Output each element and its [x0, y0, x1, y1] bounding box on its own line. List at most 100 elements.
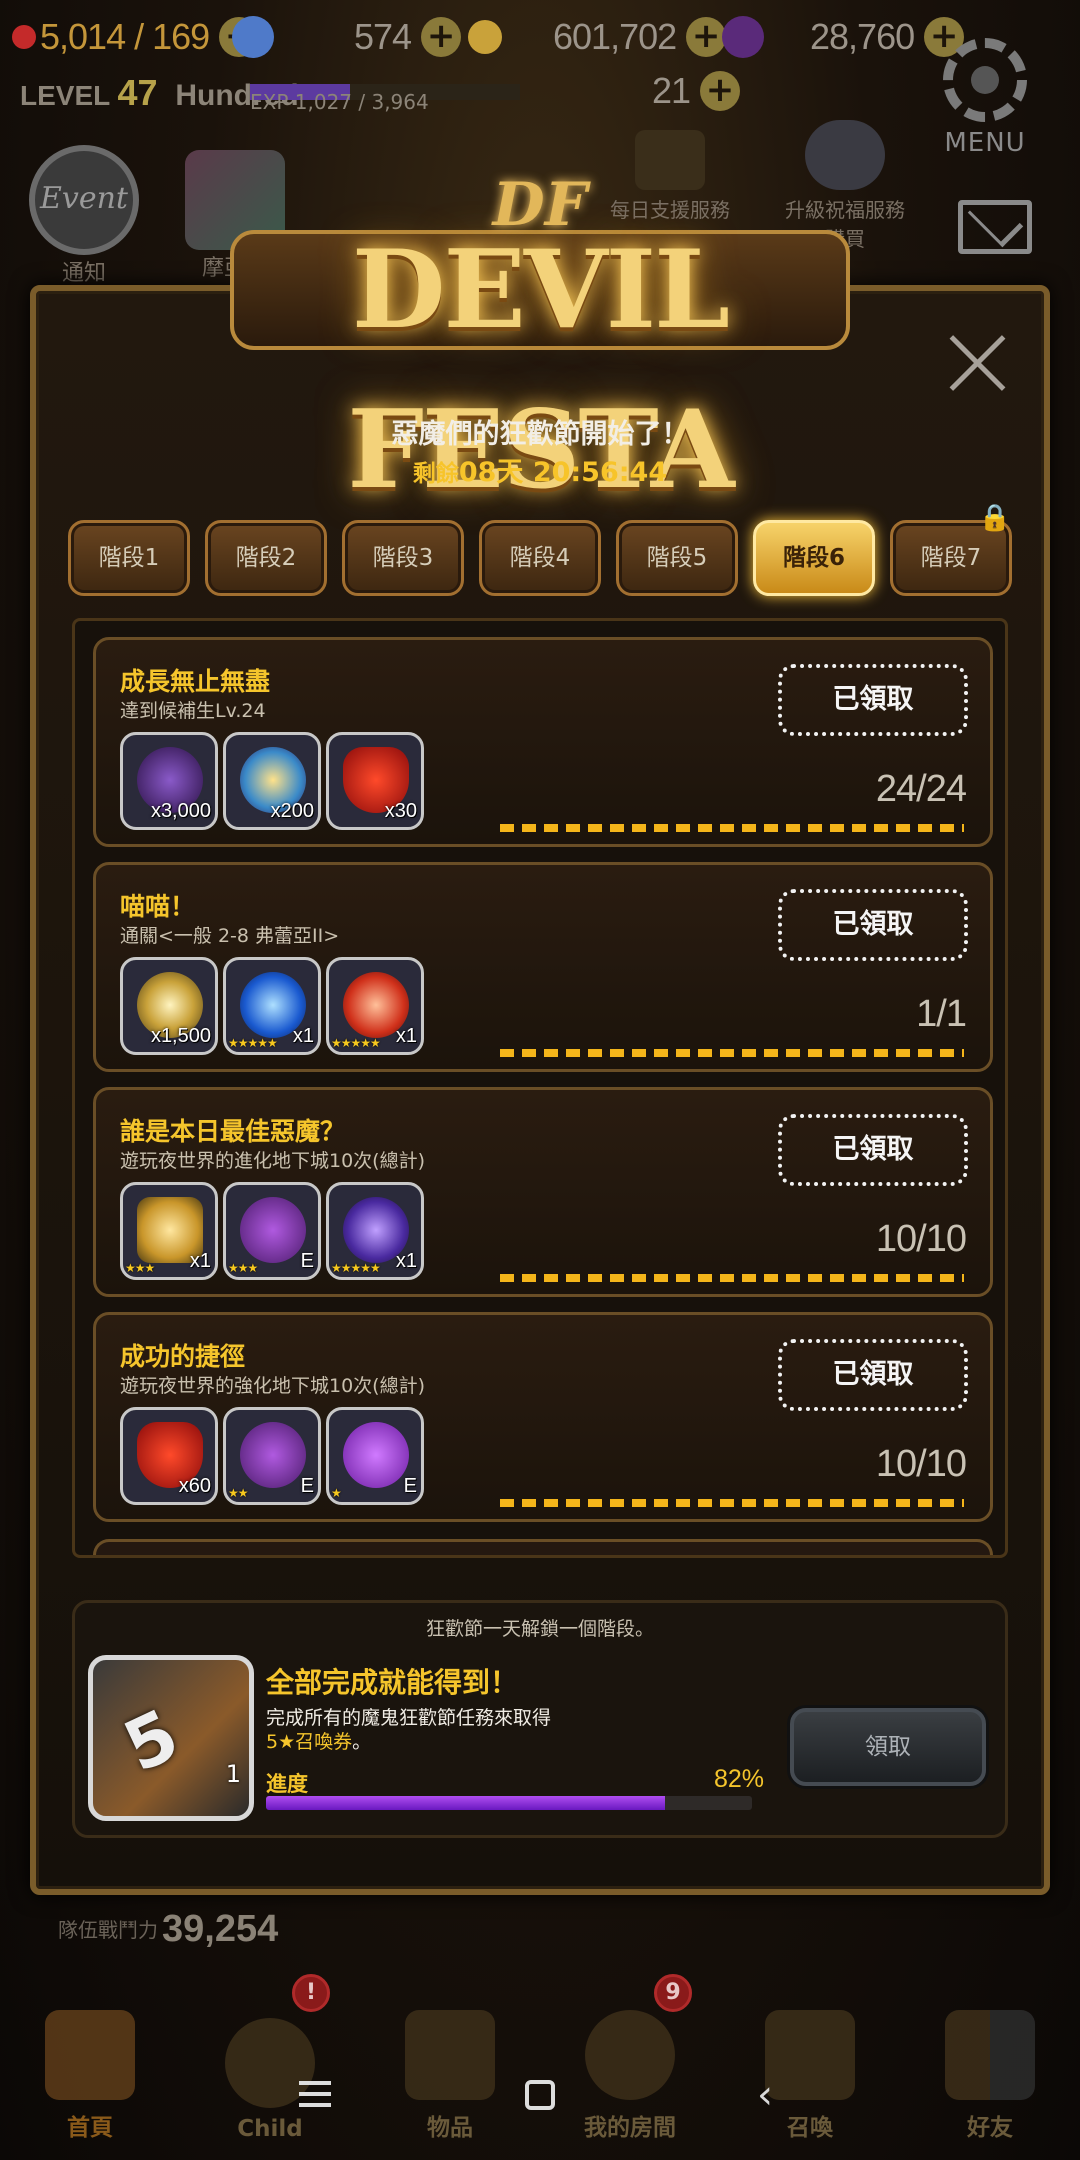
df-crest-icon: DF [492, 170, 588, 240]
completion-desc: 完成所有的魔鬼狂歡節任務來取得 5★召喚券。 [266, 1706, 551, 1754]
claimed-button[interactable]: 已領取 [778, 1114, 968, 1186]
reward-item[interactable]: ★★★★★ x1 [223, 957, 321, 1055]
tab-stage-6[interactable]: 階段6 [753, 520, 875, 596]
gold-coin-icon [468, 20, 502, 54]
reward-item[interactable]: ★★ E [223, 1407, 321, 1505]
reward-item[interactable]: ★★★ E [223, 1182, 321, 1280]
lock-icon: 🔒 [978, 503, 1011, 533]
mission-list[interactable]: 成長無止無盡 達到候補生Lv.24 已領取 x3,000 x200 x30 24… [72, 618, 1008, 1558]
star-rating: ★★★★★ [228, 1036, 278, 1050]
event-notice-label: 通知 [61, 261, 106, 286]
game-screen: 5,014 / 169 + 574 + 601,702 + 28,760 + L… [0, 0, 1080, 2160]
reward-item[interactable]: ★★★★★ x1 [326, 1182, 424, 1280]
gem-icon [232, 16, 274, 58]
close-icon[interactable] [945, 330, 1011, 396]
ticket-qty: 1 [225, 1760, 241, 1788]
reward-item[interactable]: x200 [223, 732, 321, 830]
completion-desc-line1: 完成所有的魔鬼狂歡節任務來取得 [266, 1707, 552, 1729]
gem-value: 574 [354, 16, 412, 57]
mail-icon[interactable] [958, 200, 1032, 254]
mission-progress: 1/1 [916, 993, 967, 1035]
add-ticket-button[interactable]: + [700, 71, 741, 111]
claim-reward-button[interactable]: 領取 [790, 1708, 986, 1786]
tab-stage-3[interactable]: 階段3 [342, 520, 464, 596]
star-rating: ★★★★★ [331, 1036, 381, 1050]
team-power-label: 隊伍戰鬥力 [58, 1918, 158, 1942]
completion-reward-name: 5★召喚券 [266, 1731, 353, 1753]
mission-card: 喵喵！ 通關<一般 2-8 弗蕾亞II> 已領取 x1,500 ★★★★★ x1 … [93, 862, 993, 1072]
add-gold-button[interactable]: + [686, 17, 727, 57]
completion-progress-fill [266, 1796, 665, 1810]
claimed-button[interactable]: 已領取 [778, 1339, 968, 1411]
mission-card: 成長無止無盡 達到候補生Lv.24 已領取 x3,000 x200 x30 24… [93, 637, 993, 847]
tab-stage-5[interactable]: 階段5 [616, 520, 738, 596]
reward-item[interactable]: ★ E [326, 1407, 424, 1505]
tab-stage-2[interactable]: 階段2 [205, 520, 327, 596]
five-star-ticket-icon: 5 [111, 1693, 191, 1789]
back-icon[interactable]: ‹ [715, 2060, 815, 2130]
star-rating: ★★ [228, 1486, 248, 1500]
mission-title: 喵喵！ [120, 892, 196, 921]
mission-progress: 10/10 [875, 1218, 967, 1260]
summon-ticket-item[interactable]: 5 1 [88, 1655, 254, 1821]
resource-bar: 5,014 / 169 + 574 + 601,702 + 28,760 + [0, 0, 1080, 80]
crystal-resource[interactable] [722, 12, 772, 62]
menu-button[interactable]: MENU [930, 38, 1040, 158]
star-rating: ★★★★★ [331, 1261, 381, 1275]
tab-stage-4[interactable]: 階段4 [479, 520, 601, 596]
reward-item[interactable]: x30 [326, 732, 424, 830]
completion-title: 全部完成就能得到！ [266, 1666, 519, 1699]
reward-qty: x1,500 [150, 1025, 211, 1047]
heart-resource[interactable]: 5,014 / 169 + [12, 12, 260, 62]
event-notice-button[interactable]: Event 通知 [20, 145, 148, 287]
child-alert-badge: ! [292, 1974, 330, 2012]
heart-icon [12, 25, 36, 49]
stage-tabs: 階段1 階段2 階段3 階段4 階段5 階段6 階段7 🔒 [68, 505, 1018, 600]
festival-headline: 惡魔們的狂歡節開始了！ [391, 419, 689, 450]
star-rating: ★★★ [125, 1261, 155, 1275]
mission-card: 成功的捷徑 遊玩夜世界的強化地下城10次(總計) 已領取 x60 ★★ E ★ E … [93, 1312, 993, 1522]
claimed-button[interactable]: 已領取 [778, 889, 968, 961]
reward-qty: x1 [395, 1025, 417, 1047]
tab-label: 階段4 [509, 545, 571, 571]
mission-title: 誰是本日最佳惡魔？ [120, 1117, 346, 1146]
tab-stage-1[interactable]: 階段1 [68, 520, 190, 596]
reward-item[interactable]: x60 [120, 1407, 218, 1505]
purple-devil-icon [240, 1422, 306, 1488]
ticket-value: 21 [652, 70, 691, 111]
reward-qty: x1 [292, 1025, 314, 1047]
gold-value: 601,702 [553, 16, 677, 57]
event-medal-icon: Event [29, 145, 139, 255]
gem-resource[interactable] [232, 12, 282, 62]
tab-stage-7[interactable]: 階段7 🔒 [890, 505, 1012, 596]
reward-item[interactable]: ★★★★★ x1 [326, 957, 424, 1055]
devil-festa-banner: DEVIL FESTA DF [220, 170, 860, 513]
reward-item[interactable]: x1,500 [120, 957, 218, 1055]
reward-qty: x60 [178, 1475, 211, 1497]
level-number: 47 [117, 72, 158, 113]
reward-item[interactable]: ★★★ x1 [120, 1182, 218, 1280]
reward-item[interactable]: x3,000 [120, 732, 218, 830]
gold-value-group[interactable]: 601,702 + [553, 12, 727, 62]
mission-desc: 通關<一般 2-8 弗蕾亞II> [120, 925, 340, 947]
gem-value-group[interactable]: 574 + [354, 12, 462, 62]
mission-progress: 24/24 [875, 768, 967, 810]
mission-desc: 達到候補生Lv.24 [120, 700, 266, 722]
mission-title: 成功的捷徑 [120, 1342, 246, 1371]
mission-desc: 遊玩夜世界的進化地下城10次(總計) [120, 1150, 426, 1172]
dark-crystal-icon [722, 16, 764, 58]
completion-desc-suffix: 。 [352, 1731, 372, 1753]
mission-title: 成長無止無盡 [120, 667, 271, 696]
ticket-resource[interactable]: 21 + [652, 66, 741, 116]
claimed-button[interactable]: 已領取 [778, 664, 968, 736]
tab-label: 階段7 [920, 545, 982, 571]
team-power: 隊伍戰鬥力 39,254 [58, 1908, 278, 1951]
add-gem-button[interactable]: + [421, 17, 462, 57]
purple-devil-icon [240, 1197, 306, 1263]
menu-label: MENU [944, 128, 1026, 158]
mission-desc: 遊玩夜世界的強化地下城10次(總計) [120, 1375, 426, 1397]
gold-resource[interactable] [468, 12, 510, 62]
progress-label: 進度 [266, 1772, 308, 1796]
recent-apps-icon[interactable] [265, 2060, 365, 2130]
home-button-icon[interactable] [490, 2060, 590, 2130]
